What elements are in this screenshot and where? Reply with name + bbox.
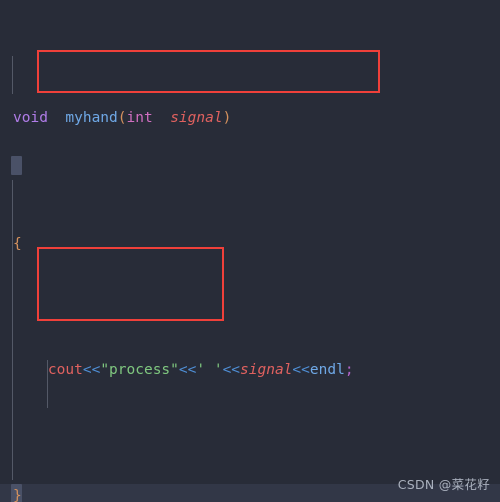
token-brace-open: { (13, 235, 22, 252)
token-semicolon: ; (344, 361, 354, 378)
token-paren-open: ( (117, 109, 127, 126)
token-operator-shift: << (178, 361, 197, 378)
code-content[interactable]: void myhand(int signal) { cout<<"process… (0, 5, 500, 502)
token-identifier-endl: endl (309, 361, 345, 378)
token-brace-close: } (13, 487, 22, 502)
token-char-space: ' ' (196, 361, 223, 378)
token-string-process: "process" (100, 361, 179, 378)
code-line[interactable]: void myhand(int signal) (0, 106, 500, 131)
code-line[interactable]: { (0, 232, 500, 257)
watermark-text: CSDN @菜花籽 (397, 476, 490, 492)
token-operator-shift: << (82, 361, 101, 378)
token-operator-shift: << (292, 361, 310, 378)
token-function-myhand: myhand (65, 109, 118, 126)
token-type-int: int (126, 109, 153, 126)
token-param-signal: signal (240, 361, 293, 378)
code-line[interactable]: cout<<"process"<<' '<<signal<<endl; (0, 358, 500, 383)
token-keyword-void: void (13, 109, 48, 126)
token-operator-shift: << (222, 361, 241, 378)
token-identifier-cout: cout (47, 361, 83, 378)
code-editor[interactable]: void myhand(int signal) { cout<<"process… (0, 0, 500, 502)
token-param-signal: signal (170, 109, 223, 126)
token-paren-close: ) (222, 109, 232, 126)
